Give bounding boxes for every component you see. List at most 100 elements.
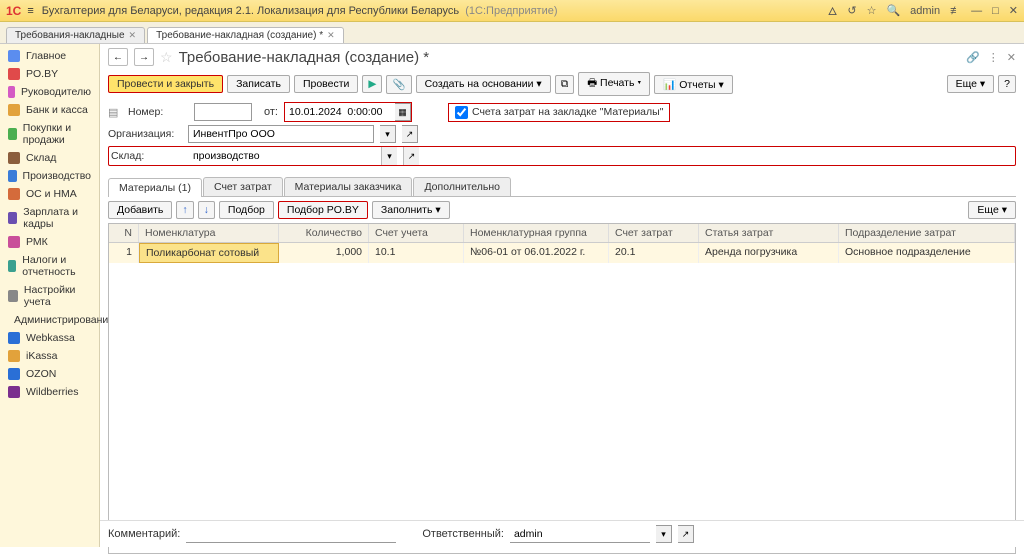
favorite-icon[interactable]: ☆ — [160, 49, 173, 66]
titlebar: 1C ≡ Бухгалтерия для Беларуси, редакция … — [0, 0, 1024, 22]
bell-icon[interactable]: 🜂 — [828, 0, 838, 22]
sidebar-item[interactable]: Руководителю — [0, 83, 99, 101]
warehouse-label: Склад: — [109, 150, 183, 162]
content: ← → ☆ Требование-накладная (создание) * … — [100, 44, 1024, 547]
settings-icon[interactable]: ≢ — [950, 5, 961, 17]
sidebar-item[interactable]: Главное — [0, 47, 99, 65]
post-icon-button[interactable]: ▶ — [362, 75, 382, 93]
column-header[interactable]: N — [109, 224, 139, 242]
org-input[interactable] — [188, 125, 374, 143]
section-icon — [8, 50, 20, 62]
responsible-open-button[interactable]: ↗ — [678, 525, 694, 543]
link-icon[interactable]: 🔗 — [966, 51, 980, 64]
sidebar-item[interactable]: Зарплата и кадры — [0, 203, 99, 233]
sidebar-item[interactable]: iKassa — [0, 347, 99, 365]
calendar-button[interactable]: ▦ — [395, 103, 411, 121]
sidebar-item[interactable]: Wildberries — [0, 383, 99, 401]
more-icon[interactable]: ⋮ — [988, 51, 999, 64]
column-header[interactable]: Статья затрат — [699, 224, 839, 242]
subtab[interactable]: Дополнительно — [413, 177, 511, 196]
column-header[interactable]: Счет учета — [369, 224, 464, 242]
maximize-icon[interactable]: □ — [992, 5, 999, 17]
move-down-button[interactable]: ↓ — [198, 201, 215, 219]
tab-document[interactable]: Требование-накладная (создание) *✕ — [147, 27, 344, 43]
pick-poby-button[interactable]: Подбор PO.BY — [278, 201, 368, 219]
column-header[interactable]: Подразделение затрат — [839, 224, 1015, 242]
org-open-button[interactable]: ↗ — [402, 125, 418, 143]
column-header[interactable]: Количество — [279, 224, 369, 242]
fill-button[interactable]: Заполнить ▾ — [372, 201, 450, 219]
user-label: admin — [910, 5, 940, 17]
sidebar-item[interactable]: OZON — [0, 365, 99, 383]
warehouse-input[interactable] — [189, 147, 375, 165]
responsible-dropdown-button[interactable]: ▾ — [656, 525, 672, 543]
comment-input[interactable] — [186, 525, 396, 543]
star-icon[interactable]: ☆ — [867, 4, 877, 17]
sidebar-item[interactable]: Webkassa — [0, 329, 99, 347]
create-based-button[interactable]: Создать на основании ▾ — [416, 75, 551, 93]
close-icon[interactable]: ✕ — [1009, 4, 1018, 17]
pick-button[interactable]: Подбор — [219, 201, 274, 219]
close-tab-icon[interactable]: ✕ — [327, 30, 335, 41]
page-title: Требование-накладная (создание) * — [179, 49, 430, 66]
materials-grid[interactable]: NНоменклатураКоличествоСчет учетаНоменкл… — [108, 223, 1016, 554]
section-icon — [8, 104, 20, 116]
forward-button[interactable]: → — [134, 48, 154, 66]
save-button[interactable]: Записать — [227, 75, 290, 93]
section-icon — [8, 260, 16, 272]
post-button[interactable]: Провести — [294, 75, 358, 93]
section-icon — [8, 332, 20, 344]
section-icon — [8, 152, 20, 164]
move-up-button[interactable]: ↑ — [176, 201, 193, 219]
sidebar-item[interactable]: ОС и НМА — [0, 185, 99, 203]
warehouse-open-button[interactable]: ↗ — [403, 147, 419, 165]
section-icon — [8, 170, 17, 182]
close-page-icon[interactable]: ✕ — [1007, 51, 1016, 64]
sidebar-item[interactable]: Налоги и отчетность — [0, 251, 99, 281]
search-icon[interactable]: 🔍 — [886, 4, 900, 17]
post-and-close-button[interactable]: Провести и закрыть — [108, 75, 223, 93]
minimize-icon[interactable]: — — [971, 5, 982, 17]
number-input[interactable] — [194, 103, 252, 121]
warehouse-dropdown-button[interactable]: ▾ — [381, 147, 397, 165]
section-icon — [8, 236, 20, 248]
tab-list[interactable]: Требования-накладные✕ — [6, 27, 145, 43]
print-button[interactable]: 🖶 Печать ▾ — [578, 72, 650, 96]
responsible-input[interactable] — [510, 525, 650, 543]
attach-button[interactable]: 📎 — [386, 75, 411, 94]
cost-on-tab-checkbox[interactable]: Счета затрат на закладке "Материалы" — [448, 103, 670, 122]
sidebar-item[interactable]: Склад — [0, 149, 99, 167]
sidebar-item[interactable]: РМК — [0, 233, 99, 251]
column-header[interactable]: Номенклатурная группа — [464, 224, 609, 242]
section-icon — [8, 290, 18, 302]
reports-button[interactable]: 📊 Отчеты ▾ — [654, 75, 733, 94]
back-button[interactable]: ← — [108, 48, 128, 66]
menu-icon[interactable]: ≡ — [27, 5, 33, 17]
sidebar-item[interactable]: Покупки и продажи — [0, 119, 99, 149]
history-icon[interactable]: ↺ — [847, 4, 856, 17]
table-row[interactable]: 1Поликарбонат сотовый1,00010.1№06-01 от … — [109, 243, 1015, 263]
sidebar-item[interactable]: Банк и касса — [0, 101, 99, 119]
column-header[interactable]: Номенклатура — [139, 224, 279, 242]
org-dropdown-button[interactable]: ▾ — [380, 125, 396, 143]
responsible-label: Ответственный: — [422, 528, 504, 540]
grid-more-button[interactable]: Еще ▾ — [968, 201, 1016, 219]
section-icon — [8, 212, 17, 224]
close-tab-icon[interactable]: ✕ — [129, 30, 137, 41]
add-row-button[interactable]: Добавить — [108, 201, 172, 219]
subtab[interactable]: Счет затрат — [203, 177, 283, 196]
subtab[interactable]: Материалы заказчика — [284, 177, 413, 196]
footer: Комментарий: Ответственный: ▾ ↗ — [100, 520, 1024, 547]
subtab[interactable]: Материалы (1) — [108, 178, 202, 197]
sidebar-item[interactable]: Администрирование — [0, 311, 99, 329]
date-input[interactable] — [285, 103, 395, 121]
sidebar-item[interactable]: PO.BY — [0, 65, 99, 83]
sidebar-item[interactable]: Производство — [0, 167, 99, 185]
section-icon — [8, 128, 17, 140]
more-button[interactable]: Еще ▾ — [947, 75, 995, 93]
column-header[interactable]: Счет затрат — [609, 224, 699, 242]
sidebar-item[interactable]: Настройки учета — [0, 281, 99, 311]
help-button[interactable]: ? — [998, 75, 1016, 93]
structure-button[interactable]: ⧉ — [555, 75, 575, 94]
draft-icon: ▤ — [108, 106, 122, 119]
